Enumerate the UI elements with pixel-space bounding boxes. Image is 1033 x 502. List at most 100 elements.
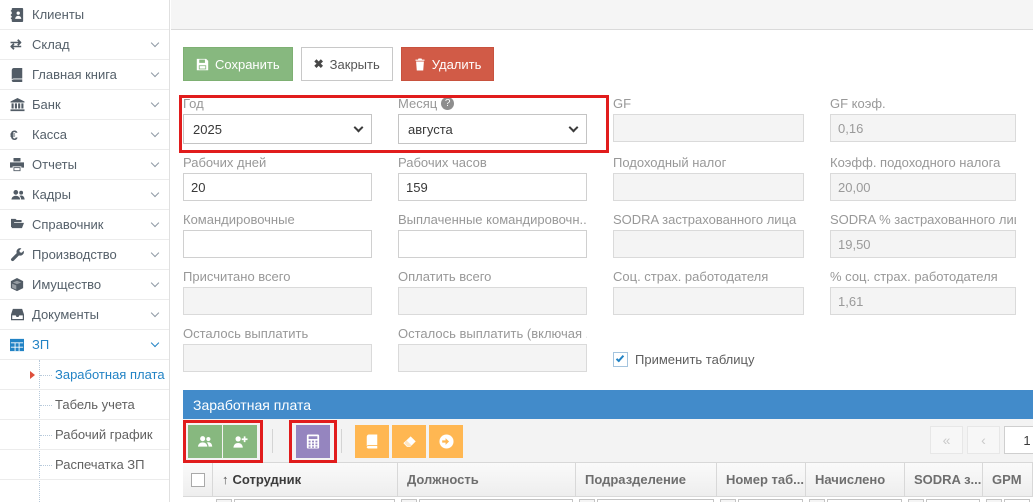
field-accrued-total: Присчитано всего xyxy=(183,269,372,315)
column-header-gpm[interactable]: GPM xyxy=(983,463,1033,496)
column-header-sodra[interactable]: SODRA з... xyxy=(905,463,983,496)
sidebar-item-label: Главная книга xyxy=(32,67,152,82)
field-label-text: Год xyxy=(183,96,204,111)
chevron-down-icon xyxy=(151,189,159,197)
arrow-circle-right-icon xyxy=(439,434,454,449)
sidebar-item-production[interactable]: Производство xyxy=(0,240,169,270)
work-days-input[interactable] xyxy=(183,173,372,201)
field-label: Выплаченные командировочн... xyxy=(398,212,587,227)
help-icon[interactable]: ? xyxy=(441,97,454,110)
field-label: SODRA % застрахованного лица xyxy=(830,212,1016,227)
sidebar-item-reports[interactable]: Отчеты xyxy=(0,150,169,180)
save-button[interactable]: Сохранить xyxy=(183,47,293,81)
chevron-down-icon xyxy=(151,279,159,287)
sodra-insured-input xyxy=(613,230,804,258)
sidebar-subitem-zarplata[interactable]: Заработная плата xyxy=(0,360,169,390)
apply-table-checkbox[interactable] xyxy=(613,352,628,367)
form-grid: Год2025Месяц?августаGFGF коэф.Рабочих дн… xyxy=(183,96,1033,372)
column-header-employee[interactable]: ↑Сотрудник xyxy=(213,463,398,496)
chevron-down-icon xyxy=(151,129,159,137)
column-header-tab-number[interactable]: Номер таб... xyxy=(717,463,806,496)
close-button[interactable]: ✖ Закрыть xyxy=(301,47,393,81)
sidebar-nav: Клиенты⇄Склад Главная книга Банк€КассаОтче… xyxy=(0,0,169,360)
user-plus-icon xyxy=(232,434,248,449)
field-year: Год 2025 xyxy=(183,96,372,144)
employer-soc-input xyxy=(613,287,804,315)
sidebar-item-property[interactable]: Имущество xyxy=(0,270,169,300)
toolbar-separator xyxy=(272,429,273,453)
sidebar-subitem-tabel[interactable]: Табель учета xyxy=(0,390,169,420)
eraser-icon xyxy=(402,435,417,449)
field-gf-coef: GF коэф. xyxy=(830,96,1016,144)
field-label-text: Оплатить всего xyxy=(398,269,491,284)
select-all-checkbox[interactable] xyxy=(191,473,205,487)
sidebar-item-label: Кадры xyxy=(32,187,152,202)
filter-cell-accrued xyxy=(806,498,905,502)
journal-button[interactable] xyxy=(355,425,389,458)
field-label: SODRA застрахованного лица xyxy=(613,212,804,227)
delete-button[interactable]: Удалить xyxy=(401,47,495,81)
chevron-down-icon xyxy=(151,309,159,317)
sidebar-item-cash[interactable]: €Касса xyxy=(0,120,169,150)
column-header-department[interactable]: Подразделение xyxy=(576,463,717,496)
transfer-button[interactable] xyxy=(429,425,463,458)
field-label: Год xyxy=(183,96,372,111)
pagination-first-button[interactable]: « xyxy=(930,426,963,454)
sidebar-subitem-label: Табель учета xyxy=(55,397,135,412)
column-header-position[interactable]: Должность xyxy=(398,463,576,496)
income-tax-coef-input xyxy=(830,173,1016,201)
sidebar-item-bank[interactable]: Банк xyxy=(0,90,169,120)
column-header-select[interactable] xyxy=(183,463,213,496)
sidebar-item-salary[interactable]: ЗП xyxy=(0,330,169,360)
year-select[interactable]: 2025 xyxy=(183,114,372,144)
check-icon xyxy=(616,353,624,362)
field-work-hours: Рабочих часов xyxy=(398,155,587,201)
field-label: Осталось выплатить xyxy=(183,326,372,341)
column-label: SODRA з... xyxy=(914,472,981,487)
field-label: Рабочих часов xyxy=(398,155,587,170)
sidebar-item-directory[interactable]: Справочник xyxy=(0,210,169,240)
topbar xyxy=(171,0,1033,30)
add-employee-button[interactable] xyxy=(223,425,257,458)
work-hours-input[interactable] xyxy=(398,173,587,201)
sidebar-item-ledger[interactable]: Главная книга xyxy=(0,60,169,90)
sidebar-item-warehouse[interactable]: ⇄Склад xyxy=(0,30,169,60)
sidebar-item-hr[interactable]: Кадры xyxy=(0,180,169,210)
filter-cell-position xyxy=(398,498,576,502)
sidebar-subitem-grafik[interactable]: Рабочий график xyxy=(0,420,169,450)
accrued-total-input xyxy=(183,287,372,315)
filter-cell-department xyxy=(576,498,717,502)
sidebar: Клиенты⇄Склад Главная книга Банк€КассаОтче… xyxy=(0,0,170,502)
column-header-accrued[interactable]: Начислено xyxy=(806,463,905,496)
field-sodra-percent: SODRA % застрахованного лица xyxy=(830,212,1016,258)
panel-title: Заработная плата xyxy=(193,397,311,413)
delete-button-label: Удалить xyxy=(432,57,482,72)
per-diem-input[interactable] xyxy=(183,230,372,258)
per-diem-paid-input[interactable] xyxy=(398,230,587,258)
table-filter-row xyxy=(183,498,1033,502)
archive-icon xyxy=(10,308,32,321)
erase-button[interactable] xyxy=(392,425,426,458)
month-select[interactable]: августа xyxy=(398,114,587,144)
sidebar-item-label: Имущество xyxy=(32,277,152,292)
printer-icon xyxy=(10,158,32,172)
chevron-down-icon xyxy=(151,219,159,227)
field-left-to-pay: Осталось выплатить xyxy=(183,326,372,372)
field-label: Месяц? xyxy=(398,96,587,111)
book-icon xyxy=(10,68,32,82)
gf-input xyxy=(613,114,804,142)
employees-button[interactable] xyxy=(188,425,222,458)
calculate-button[interactable] xyxy=(296,425,330,458)
sidebar-item-clients[interactable]: Клиенты xyxy=(0,0,169,30)
sidebar-item-documents[interactable]: Документы xyxy=(0,300,169,330)
field-label-text: Присчитано всего xyxy=(183,269,290,284)
field-label-text: Осталось выплатить (включая ... xyxy=(398,326,587,341)
filter-cell-select xyxy=(183,498,213,502)
calculator-icon xyxy=(306,434,320,449)
pagination-prev-button[interactable]: ‹ xyxy=(967,426,1000,454)
sidebar-subitem-raspechatka[interactable]: Распечатка ЗП xyxy=(0,450,169,480)
field-label: Присчитано всего xyxy=(183,269,372,284)
column-label: Начислено xyxy=(815,472,885,487)
filter-cell-sodra xyxy=(905,498,983,502)
pagination-page-input[interactable]: 1 xyxy=(1004,426,1033,454)
